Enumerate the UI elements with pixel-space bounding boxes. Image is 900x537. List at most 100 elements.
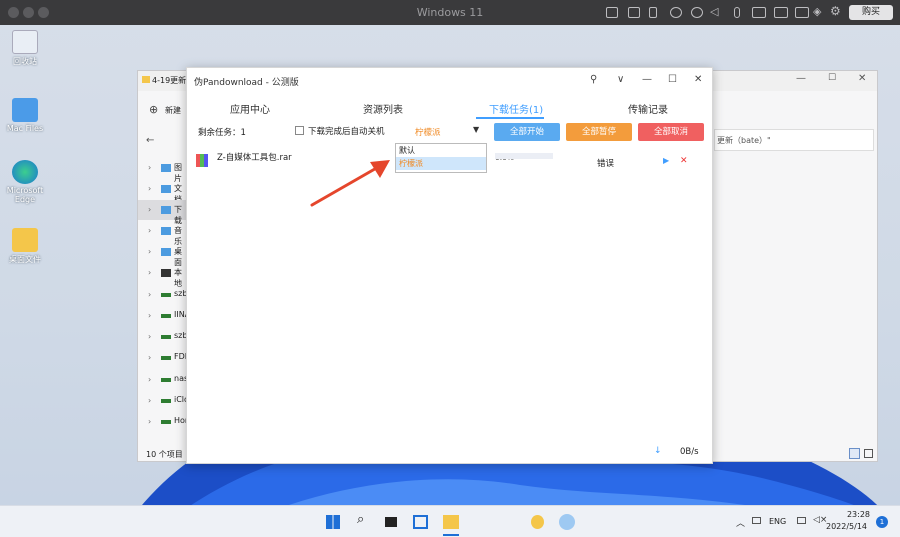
cdrom-icon[interactable] [691,7,703,18]
chevron-right-icon: › [148,396,152,405]
desktop-item-edge[interactable]: Microsoft Edge [0,160,50,204]
file-explorer-icon[interactable] [443,515,459,529]
folder-icon [161,185,171,193]
pause-all-button[interactable]: 全部暂停 [566,123,632,141]
back-arrow-icon[interactable]: ← [146,135,154,146]
tree-item[interactable]: › 桌面 [138,242,188,267]
chevron-right-icon: › [148,417,152,426]
search-box[interactable]: 更新（bate）" [714,129,874,151]
desktop-label: 回收站 [13,57,37,66]
tree-item[interactable]: › iClo [138,391,189,411]
active-tab-underline [476,117,544,119]
caret-down-icon: ▼ [473,125,480,134]
pandownload-window: 伪Pandownload - 公测版 ⚲ ∨ — ☐ ✕ 应用中心 资源列表 下… [186,67,713,464]
tree-item[interactable]: › 本地 [138,263,188,288]
toolbar-icon-1[interactable] [606,7,618,18]
active-app-indicator [443,534,459,536]
tree-item[interactable]: › szb [138,327,188,347]
camera-icon[interactable] [795,7,809,18]
start-all-button[interactable]: 全部开始 [494,123,560,141]
tiles-view-icon[interactable] [864,449,873,458]
tree-item-selected[interactable]: › 下载 [138,200,188,225]
folder-icon [161,227,171,235]
tab-app-center[interactable]: 应用中心 [230,101,270,116]
tree-item[interactable]: › nas [138,370,188,390]
search-icon[interactable]: ⌕ [357,512,371,527]
chevron-up-icon[interactable]: ︿ [736,516,745,529]
tree-item[interactable]: › IINA [138,306,190,326]
remaining-tasks-label: 剩余任务：1 [198,128,246,138]
new-button[interactable]: 新建 [165,105,181,116]
download-arrow-icon: ↓ [654,446,662,456]
chevron-right-icon: › [148,353,152,362]
tree-item[interactable]: ›文档 [138,179,188,204]
desktop-label: 桌面文件 [9,255,41,264]
toolbar-icon-2[interactable] [628,7,640,18]
network-icon[interactable] [670,7,682,18]
minimize-button[interactable]: — [642,74,652,85]
network-drive-icon [161,399,171,403]
clock-time[interactable]: 23:28 [834,510,870,519]
lock-icon[interactable]: ◈ [813,5,821,18]
explorer-tab-title[interactable]: 4-19更新 [152,75,186,86]
desktop-item-mac-files[interactable]: Mac Files [0,98,50,133]
close-button[interactable]: ✕ [694,74,702,85]
drive-icon[interactable] [752,7,766,18]
chevron-right-icon: › [148,268,152,277]
maximize-button[interactable]: ☐ [828,73,836,83]
tree-item[interactable]: › 图片 [138,158,188,183]
tree-item[interactable]: › szb [138,285,188,305]
resume-icon[interactable]: ▶ [663,156,669,165]
tab-resource-list[interactable]: 资源列表 [363,101,403,116]
auto-shutdown-label: 下载完成后自动关机 [308,127,385,137]
mic-icon[interactable] [734,7,740,18]
speaker-icon[interactable]: ◁ [710,5,718,18]
close-button[interactable]: ✕ [858,73,866,84]
app-title: 伪Pandownload - 公测版 [194,78,299,88]
gear-icon[interactable]: ⚙ [830,4,841,18]
annotation-arrow [310,160,390,207]
screen-icon[interactable] [774,7,788,18]
start-icon[interactable] [326,515,340,529]
task-row: Z-自媒体工具包.rar 0.0% 错误 ▶ ✕ [187,148,712,169]
network-drive-icon [161,293,171,297]
folder-icon [161,248,171,256]
lemon-app-icon[interactable] [531,515,544,529]
minimize-button[interactable]: — [796,73,806,84]
recycle-bin-icon [12,30,38,54]
notification-badge[interactable]: 1 [876,516,888,528]
folder-icon [161,164,171,172]
tree-item[interactable]: › Hor [138,412,188,432]
delete-icon[interactable]: ✕ [680,156,688,166]
tab-transfer-records[interactable]: 传输记录 [628,101,668,116]
source-select[interactable]: 柠檬派 ▼ [395,124,483,141]
app-titlebar: 伪Pandownload - 公测版 ⚲ ∨ — ☐ ✕ [187,68,712,93]
new-icon: ⊕ [149,103,159,116]
tab-download-tasks[interactable]: 下载任务(1) [489,101,543,116]
language-indicator[interactable]: ENG [769,517,786,526]
pandownload-taskbar-icon[interactable] [559,514,575,530]
tree-item[interactable]: › FDM [138,348,192,368]
chevron-right-icon: › [148,332,152,341]
desktop-item-recycle-bin[interactable]: 回收站 [0,30,50,67]
auto-shutdown-checkbox[interactable] [295,126,304,135]
cancel-all-button[interactable]: 全部取消 [638,123,704,141]
task-view-icon[interactable] [385,517,397,527]
tray-icon[interactable] [752,517,761,524]
clock-date[interactable]: 2022/5/14 [826,522,871,531]
maximize-button[interactable]: ☐ [668,74,677,85]
buy-button[interactable]: 购买 [849,5,893,20]
rar-file-icon [196,154,208,167]
network-icon[interactable] [797,517,806,524]
host-title-bar: Windows 11 ◁ ◈ ⚙ 购买 [0,0,900,25]
chevron-right-icon: › [148,311,152,320]
usb-icon[interactable] [649,7,657,18]
taskbar: ⌕ ︿ ENG ◁× 23:28 2022/5/14 1 [0,505,900,537]
skin-icon[interactable]: ⚲ [590,74,597,85]
chevron-down-icon[interactable]: ∨ [617,74,624,85]
desktop-item-folder[interactable]: 桌面文件 [0,228,50,265]
details-view-icon[interactable] [849,448,860,459]
tree-item[interactable]: › 音乐 [138,221,188,246]
network-drive-icon [161,378,171,382]
widgets-icon[interactable] [413,515,428,529]
